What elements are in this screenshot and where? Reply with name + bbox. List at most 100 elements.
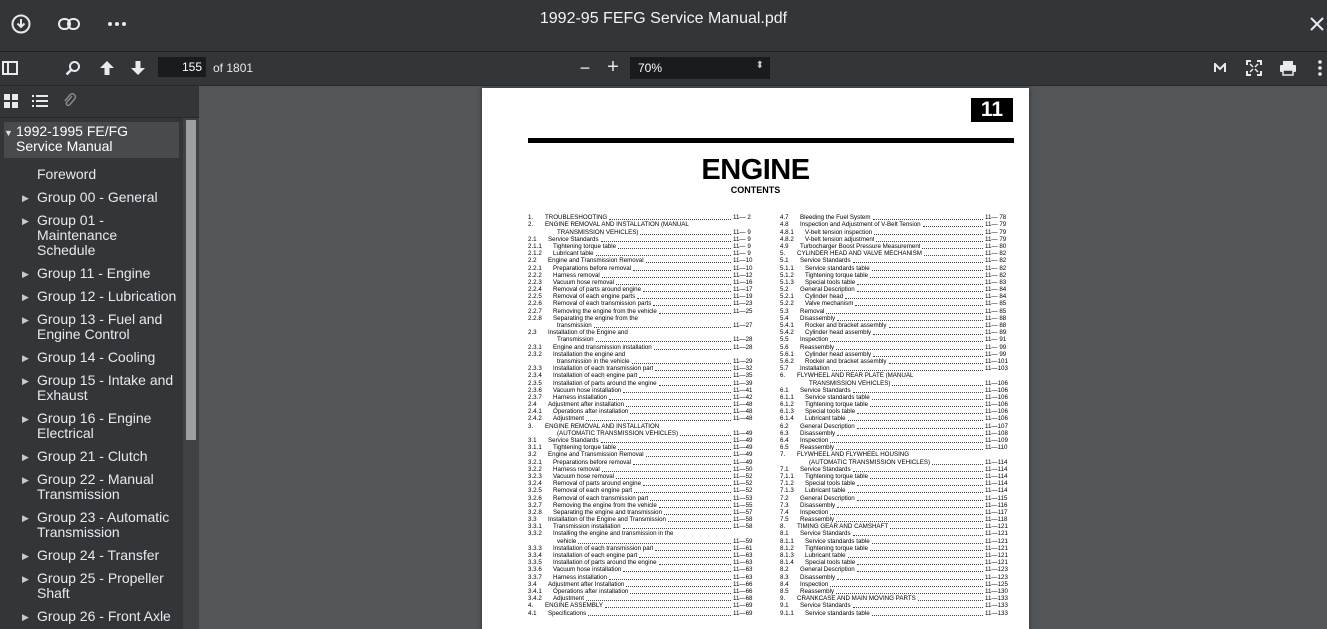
zoom-in-button[interactable]: + xyxy=(603,56,623,78)
toc-section-title: Installation of parts around the engine xyxy=(553,379,657,387)
heading-rule xyxy=(528,138,1014,143)
outline-item[interactable]: ▶ Group 16 - Engine Electrical xyxy=(0,411,183,441)
toc-row: 2.2.8 Separating the engine from the xyxy=(528,315,761,322)
toc-section-number: 1. xyxy=(528,214,534,222)
outline-item[interactable]: ▶ Group 23 - Automatic Transmission xyxy=(0,510,183,540)
toc-page-number: 11— 84 xyxy=(985,293,1007,301)
search-icon[interactable] xyxy=(63,57,83,79)
next-page-icon[interactable] xyxy=(128,57,148,79)
toc-page-number: 11— 91 xyxy=(985,336,1007,344)
outline-item[interactable]: ▶ Group 14 - Cooling xyxy=(0,350,183,365)
outline-item[interactable]: ▶ Group 21 - Clutch xyxy=(0,449,183,464)
toc-page-number: 11— 9 xyxy=(733,250,751,258)
toc-leader-dots xyxy=(852,262,983,264)
outline-item[interactable]: ▶ Group 01 - Maintenance Schedule xyxy=(0,213,183,258)
outline-item[interactable]: ▶ Group 11 - Engine xyxy=(0,266,183,281)
zoom-select[interactable]: 70% ⬍ xyxy=(630,57,770,79)
print-icon[interactable] xyxy=(1277,57,1299,79)
toc-row: 3.1.1 Tightening torque table 11—49 xyxy=(528,444,761,451)
toc-row: 7.4 Inspection 11—117 xyxy=(780,509,1013,516)
toc-row: 5.4.1 Rocker and bracket assembly 11— 88 xyxy=(780,322,1013,329)
toc-section-title: Reassembly xyxy=(800,343,835,351)
toc-section-title: Removal xyxy=(800,307,825,315)
toc-section-number: 2.2.8 xyxy=(528,314,542,322)
toc-section-number: 5.6.1 xyxy=(780,350,794,358)
annotation-icon[interactable] xyxy=(1211,57,1229,79)
toc-row: 2.2.7 Removing the engine from the vehicl… xyxy=(528,307,761,315)
outline-item[interactable]: ▶ Group 00 - General xyxy=(0,190,183,205)
toc-row: 2.4 Adjustment after installation 11—48 xyxy=(528,401,761,408)
toc-row: 6.5 Reassembly 11—110 xyxy=(780,444,1013,451)
toc-leader-dots xyxy=(922,247,983,249)
toc-row: 8. TIMING GEAR AND CAMSHAFT 11—121 xyxy=(780,523,1013,530)
toc-page-number: 11—52 xyxy=(733,487,753,495)
toc-section-title: Engine and transmission installation xyxy=(553,343,652,351)
page-number-input[interactable] xyxy=(158,57,206,77)
toc-leader-dots xyxy=(667,521,731,523)
toc-section-title: Removal of each engine part xyxy=(553,487,633,495)
previous-page-icon[interactable] xyxy=(97,57,117,79)
toc-row: 7. FLYWHEEL AND FLYWHEEL HOUSING xyxy=(780,451,1013,458)
toc-row: 2. ENGINE REMOVAL AND INSTALLATION (MANUA… xyxy=(528,221,761,228)
toc-row: transmission in the vehicle 11—29 xyxy=(528,358,761,365)
outline-item-label: Group 26 - Front Axle xyxy=(37,608,171,624)
zoom-out-button[interactable]: − xyxy=(575,57,595,79)
outline-item[interactable]: ▶ Group 26 - Front Axle xyxy=(0,609,183,624)
toc-row: 3.4 Adjustment after Installation 11—66 xyxy=(528,581,761,588)
toc-page-number: 11—50 xyxy=(733,465,753,473)
toc-section-title: (AUTOMATIC TRANSMISSION VEHICLES) xyxy=(809,458,931,466)
outline-item[interactable]: ▶ Group 25 - Propeller Shaft xyxy=(0,571,183,601)
toc-section-title: V-belt tension adjustment xyxy=(805,235,875,243)
attachment-icon[interactable] xyxy=(59,90,81,112)
toc-page-number: 11—114 xyxy=(985,458,1008,466)
outline-icon[interactable] xyxy=(29,90,51,112)
toc-section-title: Service standards table xyxy=(805,537,870,545)
sidebar-scrollbar-thumb[interactable] xyxy=(186,120,196,440)
fit-page-icon[interactable] xyxy=(1244,57,1264,79)
toc-section-number: 8.2 xyxy=(780,566,789,574)
toc-row: 5.2.2 Valve mechanism 11— 85 xyxy=(780,300,1013,307)
outline-item[interactable]: ▶ Group 12 - Lubrication xyxy=(0,289,183,304)
toc-section-number: 3.2.1 xyxy=(528,458,542,466)
toc-row: 2.3.6 Vacuum hose installation 11—41 xyxy=(528,387,761,394)
toc-page-number: 11—106 xyxy=(985,408,1008,416)
toc-row: 3.2.4 Removal of parts around engine 11—52 xyxy=(528,480,761,487)
toc-section-number: 2.3.4 xyxy=(528,372,542,380)
toc-leader-dots xyxy=(870,477,983,479)
sidebar: ▼ 1992-1995 FE/FG Service Manual Forewor… xyxy=(0,86,199,629)
toc-row: 3.3.5 Installation of parts around the en… xyxy=(528,559,761,566)
toc-section-number: 2.2.6 xyxy=(528,300,542,308)
toc-page-number: 11—114 xyxy=(985,465,1008,473)
toc-section-number: 7.1 xyxy=(780,465,789,473)
sidebar-toggle-icon[interactable] xyxy=(1,57,19,79)
thumbnails-icon[interactable] xyxy=(0,90,22,112)
toc-row: 4.8 Inspection and Adjustment of V-Belt T… xyxy=(780,221,1013,228)
toc-section-number: 3.2.6 xyxy=(528,494,542,502)
toc-leader-dots xyxy=(837,578,983,580)
toc-page-number: 11—58 xyxy=(733,516,753,524)
chevron-down-icon: ▼ xyxy=(4,128,13,138)
toc-section-title: FLYWHEEL AND REAR PLATE (MANUAL xyxy=(797,372,914,380)
outline-item[interactable]: ▶ Group 15 - Intake and Exhaust xyxy=(0,373,183,403)
outline-item[interactable]: Foreword xyxy=(0,167,183,182)
close-icon[interactable] xyxy=(1302,9,1327,39)
toc-section-number: 2.3.7 xyxy=(528,393,542,401)
outline-root-item[interactable]: ▼ 1992-1995 FE/FG Service Manual xyxy=(4,122,179,158)
toc-section-title: Removing the engine from the vehicle xyxy=(553,501,657,509)
outline-item[interactable]: ▶ Group 24 - Transfer xyxy=(0,548,183,563)
toc-leader-dots xyxy=(871,542,983,544)
toc-section-number: 5.2.1 xyxy=(780,293,794,301)
toc-section-number: 7. xyxy=(780,451,786,459)
toc-section-title: Cylinder head assembly xyxy=(805,329,872,337)
toc-section-number: 2.3.1 xyxy=(528,343,542,351)
more-vertical-icon[interactable] xyxy=(1313,57,1327,79)
toc-section-title: Bleeding the Fuel System xyxy=(800,214,871,222)
toc-leader-dots xyxy=(633,269,731,271)
toc-section-title: TRANSMISSION VEHICLES) xyxy=(557,228,639,236)
outline-item[interactable]: ▶ Group 13 - Fuel and Engine Control xyxy=(0,312,183,342)
toc-leader-dots xyxy=(830,341,983,343)
toc-section-number: 2.3.5 xyxy=(528,379,542,387)
toc-section-number: 2.4.1 xyxy=(528,408,542,416)
outline-item[interactable]: ▶ Group 22 - Manual Transmission xyxy=(0,472,183,502)
pdf-viewer[interactable]: 11 ENGINE CONTENTS 1. TROUBLESHOOTING 11— … xyxy=(199,86,1327,629)
